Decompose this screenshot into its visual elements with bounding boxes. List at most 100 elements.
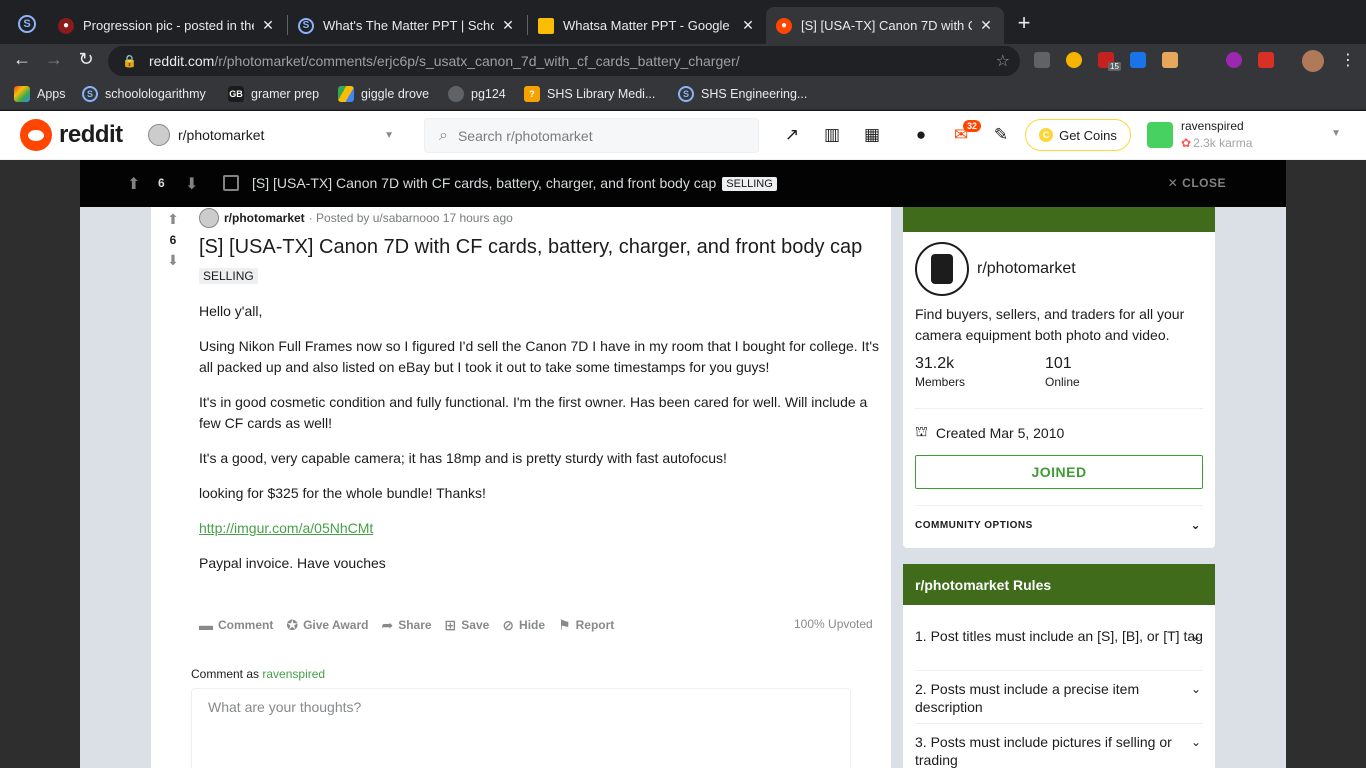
comment-button[interactable]: ▬ Comment: [199, 617, 273, 633]
bookmark-item[interactable]: ? SHS Library Medi...: [524, 86, 655, 102]
save-button[interactable]: ⊞ Save: [445, 617, 490, 634]
bookmark-star-icon[interactable]: ☆: [996, 51, 1010, 71]
bookmark-label: giggle drove: [361, 87, 430, 101]
members-count: 31.2k: [915, 355, 955, 372]
hide-button[interactable]: ⊘ Hide: [502, 617, 545, 634]
red-extension-icon[interactable]: [1258, 52, 1274, 68]
close-tab-icon[interactable]: ✕: [740, 17, 756, 34]
tab-title: [S] [USA-TX] Canon 7D with CF: [801, 18, 972, 33]
post-paragraph: It's a good, very capable camera; it has…: [199, 450, 727, 466]
user-dropdown[interactable]: ravenspired ✿ 2.3k karma ▼: [1147, 118, 1347, 152]
username: ravenspired: [1181, 119, 1244, 133]
upvote-arrow-icon[interactable]: ⬆: [163, 211, 183, 228]
reddit-favicon-icon: ●: [58, 17, 74, 34]
close-tab-icon[interactable]: ✕: [500, 17, 516, 34]
imgur-link[interactable]: http://imgur.com/a/05NhCMt: [199, 520, 373, 536]
get-coins-button[interactable]: C Get Coins: [1025, 119, 1131, 151]
karma-icon: ✿: [1181, 136, 1192, 150]
search-input[interactable]: ⌕ Search r/photomarket: [424, 118, 759, 153]
close-button[interactable]: ✕ CLOSE: [1168, 176, 1226, 190]
reddit-wordmark[interactable]: reddit: [59, 121, 123, 149]
downvote-arrow-icon[interactable]: ⬇: [185, 174, 198, 194]
report-button[interactable]: ⚑ Report: [558, 617, 614, 634]
globe-icon: [448, 86, 464, 102]
rule-item[interactable]: 2. Posts must include a precise item des…: [915, 680, 1203, 716]
upvote-arrow-icon[interactable]: ⬆: [127, 174, 140, 194]
comment-as-username[interactable]: ravenspired: [262, 667, 325, 681]
communities-icon[interactable]: ▦: [861, 125, 883, 145]
close-tab-icon[interactable]: ✕: [978, 17, 994, 34]
color-extension-icon[interactable]: [1226, 52, 1242, 68]
reload-icon[interactable]: ↻: [74, 49, 98, 70]
post-paragraph: Paypal invoice. Have vouches: [199, 555, 386, 571]
trending-icon[interactable]: ↗: [781, 125, 803, 145]
browser-tab[interactable]: ● Progression pic - posted in the ✕: [48, 7, 286, 44]
chat-icon[interactable]: ●: [910, 125, 932, 145]
reddit-header: reddit r/photomarket ▼ ⌕ Search r/photom…: [0, 111, 1366, 160]
flag-icon: ⚑: [558, 616, 571, 633]
bookmark-apps[interactable]: Apps: [14, 86, 66, 102]
reddit-logo-icon[interactable]: [20, 119, 52, 151]
post-title: [S] [USA-TX] Canon 7D with CF cards, bat…: [199, 236, 863, 258]
forward-arrow-icon[interactable]: →: [42, 49, 66, 70]
library-icon: ?: [524, 86, 540, 102]
cake-icon: ⛫: [915, 423, 928, 439]
subreddit-avatar: [148, 124, 170, 146]
online-stat: 101 Online: [1045, 355, 1080, 389]
post-bar-title: [S] [USA-TX] Canon 7D with CF cards, bat…: [252, 175, 777, 191]
community-avatar[interactable]: [915, 242, 969, 296]
browser-tab-active[interactable]: ● [S] [USA-TX] Canon 7D with CF ✕: [766, 7, 1004, 44]
back-arrow-icon[interactable]: ←: [10, 49, 34, 70]
text-post-icon: [223, 175, 239, 191]
subreddit-link[interactable]: r/photomarket: [224, 211, 305, 225]
upvote-ratio: 100% Upvoted: [794, 617, 873, 631]
subreddit-dropdown[interactable]: r/photomarket ▼: [144, 119, 400, 151]
create-post-pencil-icon[interactable]: ✎: [990, 125, 1012, 145]
crx-extension-icon[interactable]: [1034, 52, 1050, 68]
address-bar[interactable]: 🔒 reddit.com/r/photomarket/comments/erjc…: [108, 46, 1020, 76]
downvote-arrow-icon[interactable]: ⬇: [163, 252, 183, 269]
box-extension-icon[interactable]: [1162, 52, 1178, 68]
apps-grid-icon: [14, 86, 30, 102]
browser-tab[interactable]: Whatsa Matter PPT - Google Sl ✕: [528, 7, 766, 44]
post-flair[interactable]: SELLING: [199, 268, 258, 284]
joined-button[interactable]: JOINED: [915, 455, 1203, 489]
blank-extension-icon[interactable]: [1194, 52, 1210, 68]
members-label: Members: [915, 375, 966, 389]
check-extension-icon[interactable]: [1130, 52, 1146, 68]
share-button[interactable]: ➦ Share: [381, 617, 431, 634]
browser-profile-icon[interactable]: S: [18, 15, 36, 33]
bookmark-item[interactable]: pg124: [448, 86, 506, 102]
browser-tab[interactable]: S What's The Matter PPT | Schoo ✕: [288, 7, 526, 44]
bookmark-item[interactable]: S schoolologarithmy: [82, 86, 206, 102]
new-tab-plus-icon[interactable]: +: [1014, 12, 1034, 34]
bookmark-item[interactable]: GB gramer prep: [228, 86, 319, 102]
chrome-menu-icon[interactable]: ⋮: [1340, 50, 1356, 70]
chrome-user-avatar[interactable]: [1302, 50, 1324, 72]
url-text: reddit.com/r/photomarket/comments/erjc6p…: [148, 53, 740, 69]
online-count: 101: [1045, 355, 1072, 372]
bookmark-label: schoolologarithmy: [105, 87, 206, 101]
rule-item[interactable]: 3. Posts must include pictures if sellin…: [915, 733, 1203, 768]
owl-extension-icon[interactable]: [1066, 52, 1082, 68]
community-options-toggle[interactable]: COMMUNITY OPTIONS ⌄: [915, 518, 1203, 532]
give-award-button[interactable]: ✪ Give Award: [286, 617, 368, 634]
share-arrow-icon: ➦: [381, 616, 394, 633]
community-name[interactable]: r/photomarket: [977, 260, 1076, 278]
reddit-favicon-icon: ●: [776, 17, 792, 34]
close-tab-icon[interactable]: ✕: [260, 17, 276, 34]
chevron-down-icon: ⌄: [1190, 518, 1201, 532]
comment-textarea[interactable]: What are your thoughts?: [191, 688, 851, 768]
post-score: 6: [169, 233, 177, 247]
bookmark-icon: ⊞: [444, 616, 457, 633]
leaderboard-icon[interactable]: ▥: [821, 125, 843, 145]
post-body: Hello y'all, Using Nikon Full Frames now…: [199, 301, 879, 588]
bookmark-item[interactable]: giggle drove: [338, 86, 429, 102]
bookmark-item[interactable]: S SHS Engineering...: [678, 86, 807, 102]
subreddit-name: r/photomarket: [178, 127, 265, 143]
hide-icon: ⊘: [502, 616, 515, 633]
subreddit-avatar[interactable]: [199, 208, 219, 228]
post-card: ⬆ 6 ⬇ r/photomarket · Posted by u/sabarn…: [151, 207, 891, 768]
karma-count: ✿ 2.3k karma: [1181, 136, 1253, 150]
rule-item[interactable]: 1. Post titles must include an [S], [B],…: [915, 627, 1203, 645]
